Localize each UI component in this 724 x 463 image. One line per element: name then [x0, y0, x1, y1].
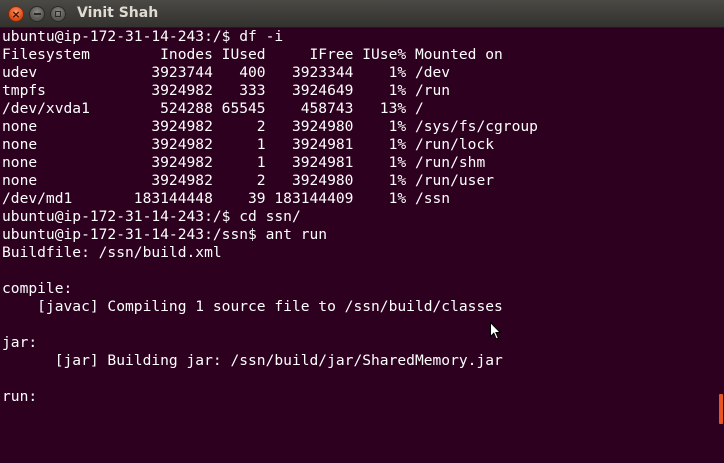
terminal-line: [jar] Building jar: /ssn/build/jar/Share… [2, 352, 503, 369]
terminal-line: none 3924982 2 3924980 1% /sys/fs/cgroup [2, 118, 538, 135]
terminal-line: none 3924982 1 3924981 1% /run/shm [2, 154, 486, 171]
close-icon: × [11, 7, 21, 21]
terminal-line: ubuntu@ip-172-31-14-243:/$ cd ssn/ [2, 208, 301, 225]
terminal-line: none 3924982 1 3924981 1% /run/lock [2, 136, 495, 153]
close-button[interactable]: × [8, 6, 24, 22]
terminal-line: jar: [2, 334, 38, 351]
terminal-line: ubuntu@ip-172-31-14-243:/$ df -i [2, 28, 284, 45]
terminal-line: none 3924982 2 3924980 1% /run/user [2, 172, 495, 189]
window-title: Vinit Shah [77, 5, 159, 21]
minimize-icon [33, 13, 41, 15]
title-bar[interactable]: × Vinit Shah [0, 0, 724, 28]
minimize-button[interactable] [29, 6, 45, 22]
terminal-line: udev 3923744 400 3923344 1% /dev [2, 64, 451, 81]
terminal-line: [javac] Compiling 1 source file to /ssn/… [2, 298, 503, 315]
terminal-lines: ubuntu@ip-172-31-14-243:/$ df -i Filesyst… [0, 28, 718, 406]
mouse-pointer-icon [490, 322, 501, 340]
terminal-line: /dev/md1 183144448 39 183144409 1% /ssn [2, 190, 451, 207]
terminal-output[interactable]: ubuntu@ip-172-31-14-243:/$ df -i Filesyst… [0, 28, 718, 463]
terminal-line: tmpfs 3924982 333 3924649 1% /run [2, 82, 451, 99]
terminal-line: Filesystem Inodes IUsed IFree IUse% Moun… [2, 46, 503, 63]
scrollbar[interactable] [718, 28, 724, 463]
terminal-line: ubuntu@ip-172-31-14-243:/ssn$ ant run [2, 226, 328, 243]
maximize-button[interactable] [50, 6, 66, 22]
terminal-line: run: [2, 388, 38, 405]
scrollbar-thumb[interactable] [719, 394, 723, 424]
maximize-icon [55, 11, 61, 17]
terminal-window: × Vinit Shah ubuntu@ip-172-31-14-243:/$ … [0, 0, 724, 463]
terminal-line: Buildfile: /ssn/build.xml [2, 244, 222, 261]
terminal-line: /dev/xvda1 524288 65545 458743 13% / [2, 100, 424, 117]
terminal-line: compile: [2, 280, 73, 297]
